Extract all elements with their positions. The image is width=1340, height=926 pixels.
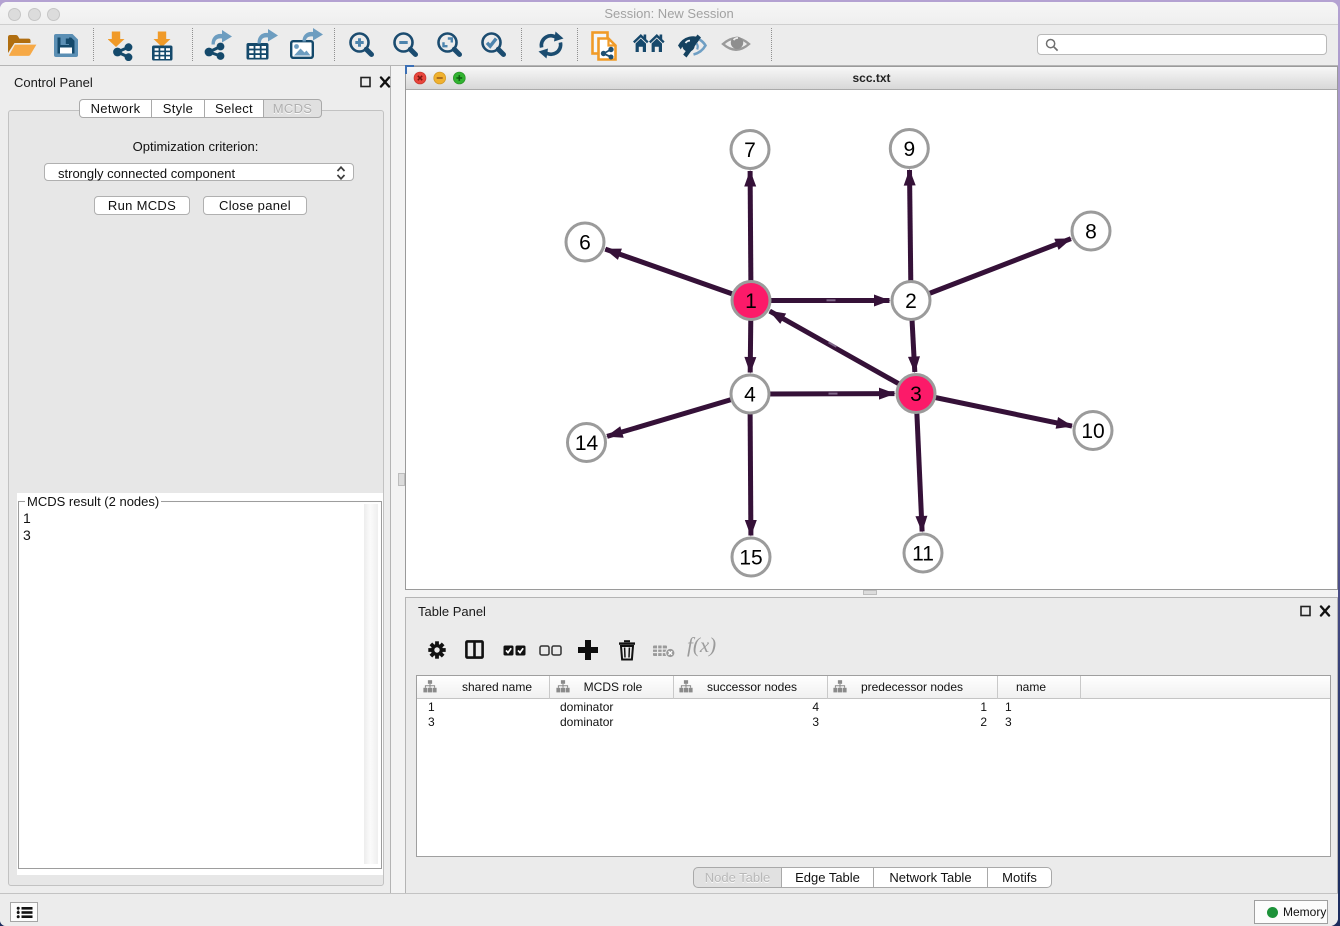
svg-text:7: 7 [744,139,756,162]
svg-text:6: 6 [579,232,591,255]
svg-text:4: 4 [744,384,756,407]
svg-text:15: 15 [739,547,762,570]
svg-text:9: 9 [903,138,915,161]
svg-text:10: 10 [1081,420,1104,443]
svg-text:3: 3 [910,383,922,406]
svg-text:8: 8 [1085,221,1097,244]
svg-text:1: 1 [745,290,757,313]
svg-text:2: 2 [905,290,917,313]
svg-text:14: 14 [575,432,599,455]
svg-text:11: 11 [912,543,934,566]
